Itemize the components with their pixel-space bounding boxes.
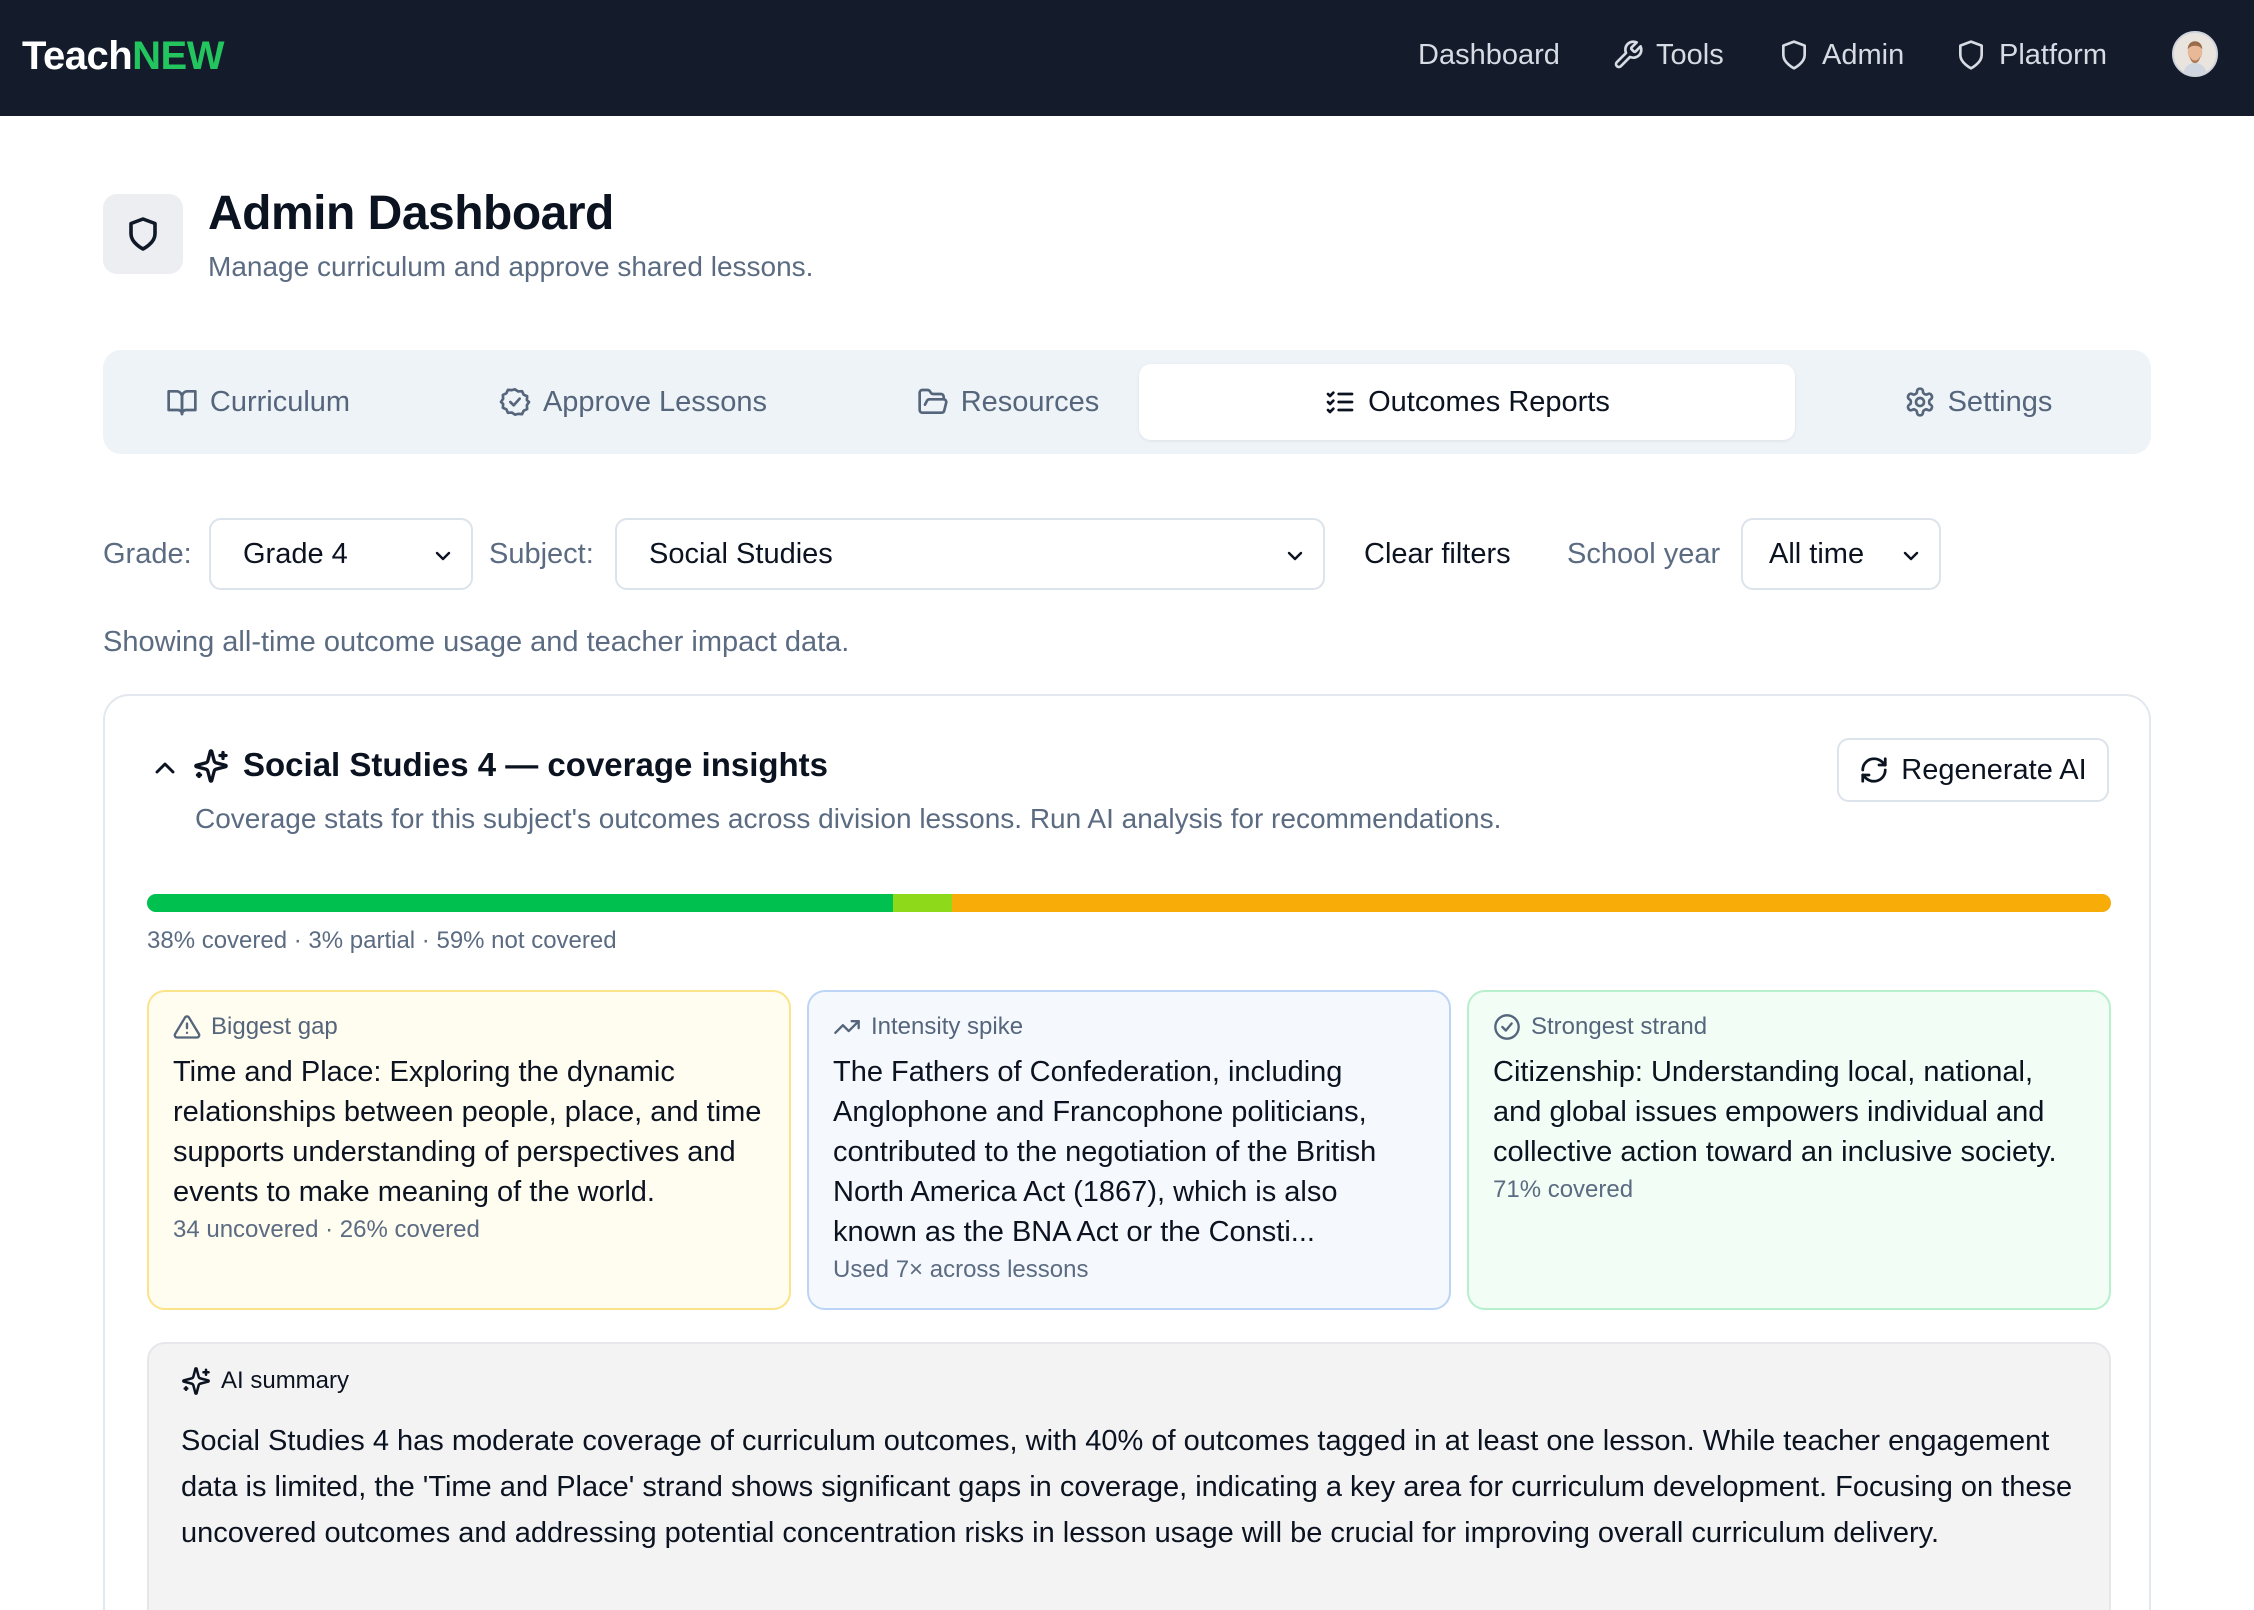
ai-summary-text: Social Studies 4 has moderate coverage o… [181, 1425, 2073, 1549]
strongest-strand-label: Strongest strand [1531, 1013, 1708, 1040]
intensity-spike-meta: Used 7× across lessons [833, 1256, 1089, 1283]
nav-platform-label: Platform [1999, 38, 2107, 71]
chevron-down-icon [435, 551, 451, 561]
intensity-spike-card: Intensity spike The Fathers of Confedera… [807, 990, 1451, 1310]
check-circle-icon [499, 388, 531, 416]
collapse-toggle[interactable] [149, 752, 181, 784]
tab-resources[interactable]: Resources [863, 364, 1153, 440]
folder-open-icon [918, 388, 948, 414]
shield-icon [129, 217, 157, 251]
school-year-label: School year [1567, 538, 1721, 570]
biggest-gap-card: Biggest gap Time and Place: Exploring th… [147, 990, 791, 1310]
grade-select[interactable]: Grade 4 [209, 518, 473, 590]
regenerate-ai-button[interactable]: Regenerate AI [1837, 738, 2109, 802]
trending-up-icon [834, 1020, 860, 1034]
nav-tools-label: Tools [1656, 38, 1724, 71]
card-title: Social Studies 4 — coverage insights [243, 746, 829, 783]
shield-icon [1782, 40, 1806, 70]
card-subtitle: Coverage stats for this subject's outcom… [195, 803, 1502, 834]
sparkles-icon [193, 748, 229, 784]
biggest-gap-text: Time and Place: Exploring the dynamic re… [173, 1056, 762, 1208]
brand-logo[interactable]: TeachNEW [22, 30, 224, 82]
sparkles-icon [182, 1367, 210, 1395]
tab-outcomes-reports[interactable]: Outcomes Reports [1139, 364, 1795, 440]
ai-summary-label: AI summary [221, 1367, 350, 1394]
subject-select-value: Social Studies [649, 537, 833, 570]
admin-shield-badge [103, 194, 183, 274]
list-checks-icon [1326, 391, 1354, 414]
user-avatar[interactable] [2172, 31, 2218, 77]
strongest-strand-text: Citizenship: Understanding local, nation… [1493, 1056, 2057, 1168]
biggest-gap-label: Biggest gap [211, 1013, 338, 1040]
coverage-caption: 38% covered · 3% partial · 59% not cover… [147, 927, 617, 954]
chevron-down-icon [1903, 551, 1919, 561]
coverage-bar [147, 894, 2111, 912]
shield-icon [1959, 40, 1983, 70]
coverage-insights-card: Social Studies 4 — coverage insights Cov… [103, 694, 2151, 1610]
tab-approve-lessons-label: Approve Lessons [542, 385, 768, 418]
nav-dashboard-label: Dashboard [1418, 38, 1560, 71]
nav-tools[interactable]: Tools [1612, 32, 1724, 78]
school-year-select[interactable]: All time [1741, 518, 1941, 590]
sparkles-icon-glyph [194, 749, 228, 783]
tab-curriculum[interactable]: Curriculum [143, 364, 373, 440]
gear-icon [1906, 387, 1933, 417]
grade-select-value: Grade 4 [243, 537, 348, 570]
grade-filter-label: Grade: [103, 538, 192, 570]
nav-admin[interactable]: Admin [1778, 32, 1904, 78]
clear-filters-button[interactable]: Clear filters [1364, 534, 1511, 574]
admin-tabs: Curriculum Approve Lessons Resources Out… [103, 350, 2151, 454]
subject-filter-label: Subject: [489, 538, 594, 570]
school-year-select-value: All time [1769, 537, 1865, 570]
subject-select[interactable]: Social Studies [615, 518, 1325, 590]
coverage-bar-partial [893, 894, 953, 912]
book-open-icon [167, 390, 197, 416]
coverage-bar-covered [147, 894, 894, 912]
tab-outcomes-reports-label: Outcomes Reports [1368, 385, 1610, 418]
chevron-up-icon [155, 762, 175, 774]
biggest-gap-meta: 34 uncovered · 26% covered [173, 1216, 480, 1243]
strongest-strand-card: Strongest strand Citizenship: Understand… [1467, 990, 2111, 1310]
ai-summary-panel: AI summary Social Studies 4 has moderate… [147, 1342, 2111, 1610]
refresh-icon [1861, 757, 1887, 783]
data-scope-note: Showing all-time outcome usage and teach… [103, 626, 850, 658]
tab-curriculum-label: Curriculum [209, 385, 351, 418]
brand-name-part2: NEW [132, 34, 224, 78]
brand-name-part1: Teach [22, 34, 133, 78]
tab-settings-label: Settings [1947, 385, 2053, 418]
tab-approve-lessons[interactable]: Approve Lessons [473, 364, 793, 440]
tab-resources-label: Resources [960, 385, 1100, 418]
tab-settings[interactable]: Settings [1863, 364, 2093, 440]
avatar-image [2174, 33, 2216, 75]
nav-platform[interactable]: Platform [1955, 32, 2107, 78]
wrench-icon [1614, 40, 1643, 69]
chevron-down-icon [1287, 551, 1303, 561]
check-circle-icon [1494, 1014, 1520, 1040]
strongest-strand-meta: 71% covered [1493, 1176, 1634, 1203]
intensity-spike-label: Intensity spike [871, 1013, 1024, 1040]
page-title: Admin Dashboard [208, 187, 614, 240]
nav-dashboard[interactable]: Dashboard [1418, 32, 1560, 78]
page-subtitle: Manage curriculum and approve shared les… [208, 251, 814, 282]
intensity-spike-text: The Fathers of Confederation, including … [833, 1056, 1377, 1248]
regenerate-ai-label: Regenerate AI [1901, 753, 2087, 786]
nav-admin-label: Admin [1822, 38, 1905, 71]
top-navbar: TeachNEW Dashboard Tools Admin Platform [0, 0, 2254, 116]
coverage-bar-not-covered [952, 894, 2111, 912]
warning-triangle-icon [173, 1015, 201, 1039]
